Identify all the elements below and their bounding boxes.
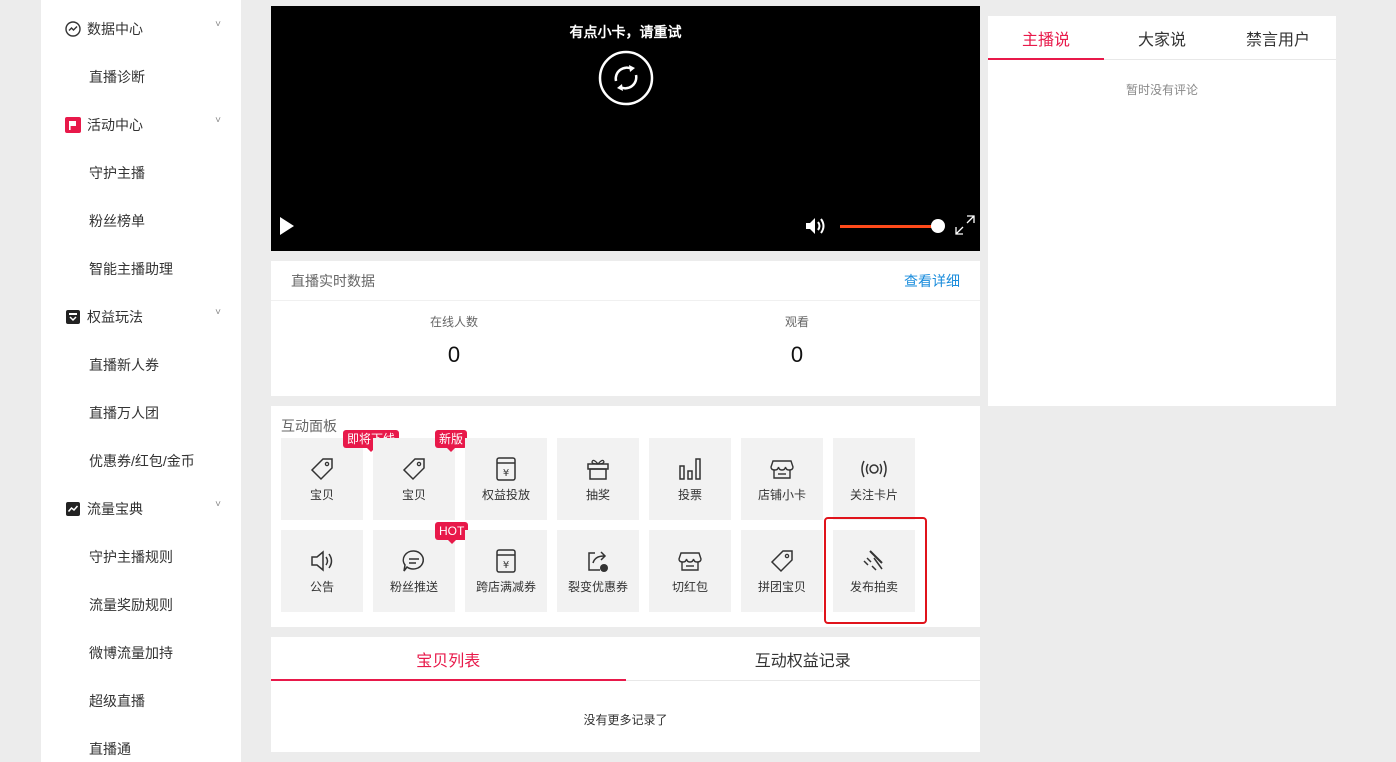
tile-product-old[interactable]: 即将下线 宝贝 [281,430,400,520]
sidebar-group-label: 数据中心 [87,21,143,37]
view-details-link[interactable]: 查看详细 [904,271,960,291]
tab-benefit-records[interactable]: 互动权益记录 [626,637,981,680]
sidebar-item-group-buy[interactable]: 直播万人团 [41,389,241,437]
sidebar-item-newcomer-coupon[interactable]: 直播新人券 [41,341,241,389]
volume-slider-knob[interactable] [931,219,945,233]
trend-icon [65,501,81,517]
sidebar-item-smart-assistant[interactable]: 智能主播助理 [41,245,241,293]
yuan-box-icon: ¥ [494,456,518,482]
flag-icon [65,117,81,133]
reload-icon[interactable] [598,50,654,111]
empty-records-text: 没有更多记录了 [583,713,668,727]
tile-product-new[interactable]: 新版 宝贝 [373,430,468,520]
comment-tabs: 主播说 大家说 禁言用户 [988,16,1336,60]
tag-icon [401,456,427,482]
stat-views: 观看 0 [784,315,809,367]
sidebar-item-fan-ranking[interactable]: 粉丝榜单 [41,197,241,245]
tile-group-product[interactable]: 拼团宝贝 [741,530,823,612]
sidebar-item-super-live[interactable]: 超级直播 [41,677,241,725]
tag-icon [309,456,335,482]
tile-red-packet[interactable]: 切红包 [649,530,731,612]
sidebar-group-benefits[interactable]: 权益玩法 ˅ [41,293,241,341]
sidebar-group-label: 流量宝典 [87,501,143,517]
tile-fission-coupon[interactable]: 裂变优惠券 [557,530,639,612]
broadcast-icon [860,456,888,482]
tag-icon [769,548,795,574]
sidebar-item-coupons[interactable]: 优惠券/红包/金币 [41,437,241,485]
gift-icon [585,456,611,482]
sidebar-item-live-pass[interactable]: 直播通 [41,725,241,762]
tile-cross-store-coupon[interactable]: ¥ 跨店满减券 [465,530,547,612]
message-icon [401,548,427,574]
tile-follow-card[interactable]: 关注卡片 [833,438,915,520]
chevron-down-icon: ˅ [215,115,221,126]
stat-online-users: 在线人数 0 [429,315,478,367]
highlight-box [824,517,927,624]
interaction-panel-title: 互动面板 [281,418,337,434]
tab-muted-users[interactable]: 禁言用户 [1220,16,1336,59]
tile-vote[interactable]: 投票 [649,438,731,520]
interaction-panel: 互动面板 即将下线 宝贝 新版 宝贝 ¥ 权益投放 抽奖 投票 店铺小卡 关注卡… [271,406,980,627]
chart-circle-icon [65,21,81,37]
sidebar-group-label: 活动中心 [87,117,143,133]
tile-benefit-delivery[interactable]: ¥ 权益投放 [465,438,547,520]
tile-store-card[interactable]: 店铺小卡 [741,438,823,520]
tab-everyone-says[interactable]: 大家说 [1104,16,1220,59]
volume-slider-track[interactable] [840,225,938,228]
sidebar-item-weibo-traffic[interactable]: 微博流量加持 [41,629,241,677]
yuan-box-icon: ¥ [494,548,518,574]
realtime-title: 直播实时数据 [291,272,375,289]
product-tabs: 宝贝列表 互动权益记录 [271,637,980,681]
tile-announcement[interactable]: 公告 [281,530,363,612]
sidebar: 数据中心 ˅ 直播诊断 活动中心 ˅ 守护主播 粉丝榜单 智能主播助理 权益玩法… [41,0,241,762]
badge-new: 新版 [435,430,468,452]
fullscreen-icon[interactable] [954,214,976,241]
speaker-icon [309,548,335,574]
tile-fan-push[interactable]: HOT 粉丝推送 [373,522,469,612]
sidebar-group-activity-center[interactable]: 活动中心 ˅ [41,101,241,149]
chevron-down-icon: ˅ [215,19,221,30]
svg-text:¥: ¥ [503,468,509,479]
chevron-down-icon: ˅ [215,307,221,318]
store-icon [677,548,703,574]
chevron-down-icon: ˅ [215,499,221,510]
share-coupon-icon [585,548,611,574]
svg-text:¥: ¥ [503,560,509,571]
tab-anchor-says[interactable]: 主播说 [988,16,1104,59]
sidebar-item-traffic-reward-rules[interactable]: 流量奖励规则 [41,581,241,629]
sidebar-group-label: 权益玩法 [87,309,143,325]
volume-icon[interactable] [805,216,829,241]
tab-product-list[interactable]: 宝贝列表 [271,637,626,680]
product-records-panel: 宝贝列表 互动权益记录 没有更多记录了 [271,637,980,752]
store-icon [769,456,795,482]
comments-panel: 主播说 大家说 禁言用户 暂时没有评论 [988,16,1336,406]
active-tab-indicator [988,58,1104,60]
sidebar-group-traffic-guide[interactable]: 流量宝典 ˅ [41,485,241,533]
video-player[interactable]: 有点小卡，请重试 [271,6,980,251]
video-error-message: 有点小卡，请重试 [569,24,682,40]
bar-chart-icon [677,456,703,482]
play-icon[interactable] [279,216,295,241]
realtime-data-panel: 直播实时数据 查看详细 在线人数 0 观看 0 [271,261,980,396]
active-tab-indicator [271,679,626,681]
gift-box-icon [65,309,81,325]
empty-comments-text: 暂时没有评论 [1125,83,1198,97]
sidebar-item-guard-anchor[interactable]: 守护主播 [41,149,241,197]
sidebar-group-data-center[interactable]: 数据中心 ˅ [41,5,241,53]
sidebar-item-guard-rules[interactable]: 守护主播规则 [41,533,241,581]
tile-lottery[interactable]: 抽奖 [557,438,639,520]
badge-hot: HOT [435,522,469,544]
sidebar-item-live-diagnosis[interactable]: 直播诊断 [41,53,241,101]
